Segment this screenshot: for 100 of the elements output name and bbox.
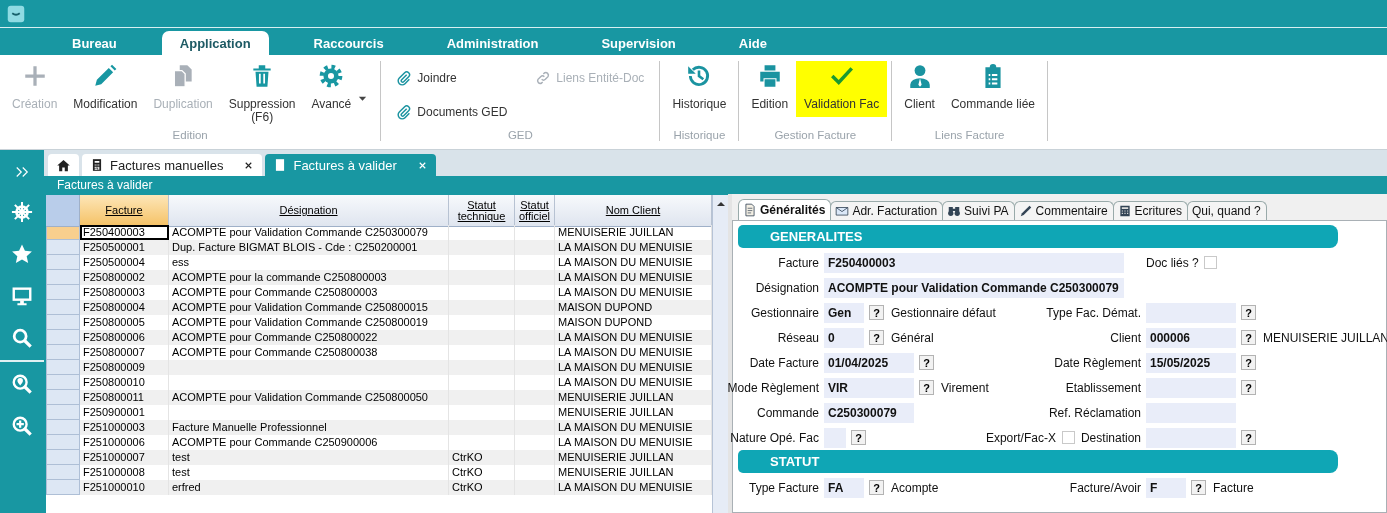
- document-tab[interactable]: Factures à valider: [265, 154, 436, 176]
- field-note: Acompte: [891, 480, 939, 495]
- table-cell: [515, 420, 555, 435]
- table-cell: [515, 330, 555, 345]
- help-button[interactable]: ?: [1241, 305, 1256, 320]
- row-header[interactable]: [46, 375, 80, 390]
- text-field[interactable]: Gen: [824, 302, 864, 323]
- row-header[interactable]: [46, 405, 80, 420]
- row-header[interactable]: [46, 480, 80, 495]
- help-button[interactable]: ?: [1241, 330, 1256, 345]
- field-label: Nature Opé. Fac: [730, 430, 819, 445]
- row-header[interactable]: [46, 390, 80, 405]
- row-header[interactable]: [46, 420, 80, 435]
- help-button[interactable]: ?: [869, 480, 884, 495]
- field-note: Gestionnaire défaut: [891, 305, 996, 320]
- field-label: Type Facture: [748, 480, 819, 495]
- text-field[interactable]: 15/05/2025: [1146, 352, 1236, 373]
- form-tab[interactable]: Suivi PA: [942, 201, 1015, 220]
- text-field[interactable]: F: [1146, 477, 1186, 498]
- app-logo-icon: [7, 4, 25, 23]
- help-button[interactable]: ?: [1241, 355, 1256, 370]
- field-label: Réseau: [777, 330, 819, 345]
- home-tab[interactable]: [48, 154, 79, 176]
- toolbar-button[interactable]: Client: [896, 61, 943, 117]
- form-tab[interactable]: Généralités: [738, 199, 832, 220]
- table-cell: F250800011: [80, 390, 169, 405]
- row-header[interactable]: [46, 345, 80, 360]
- help-button[interactable]: ?: [869, 305, 884, 320]
- table-cell: [449, 270, 515, 285]
- column-header[interactable]: Statut officiel: [515, 195, 555, 227]
- menu-tab[interactable]: Raccourcis: [295, 31, 402, 55]
- text-field[interactable]: C250300079: [824, 402, 914, 423]
- field-label: Facture/Avoir: [1069, 480, 1141, 495]
- form-tab[interactable]: Commentaire: [1013, 201, 1114, 220]
- toolbar-button[interactable]: Suppression (F6): [220, 61, 304, 128]
- toolbar-button[interactable]: Edition: [743, 61, 797, 117]
- scrollbar[interactable]: [712, 195, 728, 513]
- table-cell: MAISON DUPOND: [555, 300, 712, 315]
- checkbox[interactable]: [1203, 256, 1217, 269]
- text-field[interactable]: FA: [824, 477, 864, 498]
- monitor-icon[interactable]: [11, 285, 33, 307]
- menu-tab[interactable]: Aide: [720, 31, 785, 55]
- toolbar-button[interactable]: Commande liée: [942, 61, 1043, 117]
- document-tab[interactable]: Factures manuelles: [82, 154, 263, 176]
- row-header[interactable]: [46, 360, 80, 375]
- row-header[interactable]: [46, 435, 80, 450]
- field-note: Général: [891, 330, 934, 345]
- table-cell: F250500001: [80, 240, 169, 255]
- help-button[interactable]: ?: [1241, 380, 1256, 395]
- row-header[interactable]: [46, 450, 80, 465]
- column-header[interactable]: Nom Client: [555, 195, 712, 227]
- text-field[interactable]: F250400003: [824, 252, 1124, 273]
- table-cell: test: [169, 450, 449, 465]
- checkbox[interactable]: [1061, 431, 1075, 444]
- pin-search-icon[interactable]: [11, 373, 33, 395]
- help-button[interactable]: ?: [1191, 480, 1206, 495]
- help-button[interactable]: ?: [919, 380, 934, 395]
- column-header[interactable]: Statut technique: [449, 195, 515, 227]
- column-header[interactable]: Facture: [80, 195, 169, 227]
- table-cell: ACOMPTE pour Validation Commande C250800050: [169, 390, 449, 405]
- text-field[interactable]: VIR: [824, 377, 914, 398]
- toolbar-button[interactable]: Validation Fac: [796, 61, 888, 117]
- menu-tab[interactable]: Application: [161, 31, 269, 55]
- form-tab[interactable]: Adr. Facturation: [830, 201, 944, 220]
- star-icon[interactable]: [11, 243, 33, 265]
- field-label: Date Facture: [749, 355, 819, 370]
- zoom-in-icon[interactable]: [11, 415, 33, 437]
- row-header[interactable]: [46, 255, 80, 270]
- column-header[interactable]: Désignation: [169, 195, 449, 227]
- text-field[interactable]: 000006: [1146, 327, 1236, 348]
- toolbar-button[interactable]: Documents GED: [393, 104, 511, 120]
- help-button[interactable]: ?: [851, 430, 866, 445]
- text-field[interactable]: 0: [824, 327, 864, 348]
- helm-icon[interactable]: [11, 201, 33, 223]
- toolbar-button[interactable]: Avancé: [303, 61, 377, 117]
- help-button[interactable]: ?: [919, 355, 934, 370]
- field-label: Mode Règlement: [727, 380, 819, 395]
- table-cell: LA MAISON DU MENUISIE: [555, 330, 712, 345]
- form-tab[interactable]: Qui, quand ?: [1186, 201, 1267, 220]
- row-header[interactable]: [46, 465, 80, 480]
- text-field[interactable]: 01/04/2025: [824, 352, 914, 373]
- row-header[interactable]: [46, 330, 80, 345]
- text-field[interactable]: ACOMPTE pour Validation Commande C250300079: [824, 277, 1124, 298]
- row-header[interactable]: [46, 285, 80, 300]
- row-header[interactable]: [46, 270, 80, 285]
- menu-tab[interactable]: Supervision: [583, 31, 694, 55]
- row-header[interactable]: [46, 315, 80, 330]
- menu-tab[interactable]: Bureau: [54, 31, 135, 55]
- toolbar-button[interactable]: Historique: [664, 61, 735, 117]
- toolbar-button[interactable]: Modification: [65, 61, 146, 117]
- search-icon[interactable]: [11, 327, 33, 349]
- help-button[interactable]: ?: [869, 330, 884, 345]
- row-header[interactable]: [46, 240, 80, 255]
- toolbar-button[interactable]: Joindre: [393, 70, 511, 86]
- table-cell: ACOMPTE pour Commande C250800022: [169, 330, 449, 345]
- help-button[interactable]: ?: [1241, 430, 1256, 445]
- field-label: Commande: [756, 405, 819, 420]
- row-header[interactable]: [46, 300, 80, 315]
- form-tab[interactable]: Ecritures: [1112, 201, 1188, 220]
- menu-tab[interactable]: Administration: [428, 31, 557, 55]
